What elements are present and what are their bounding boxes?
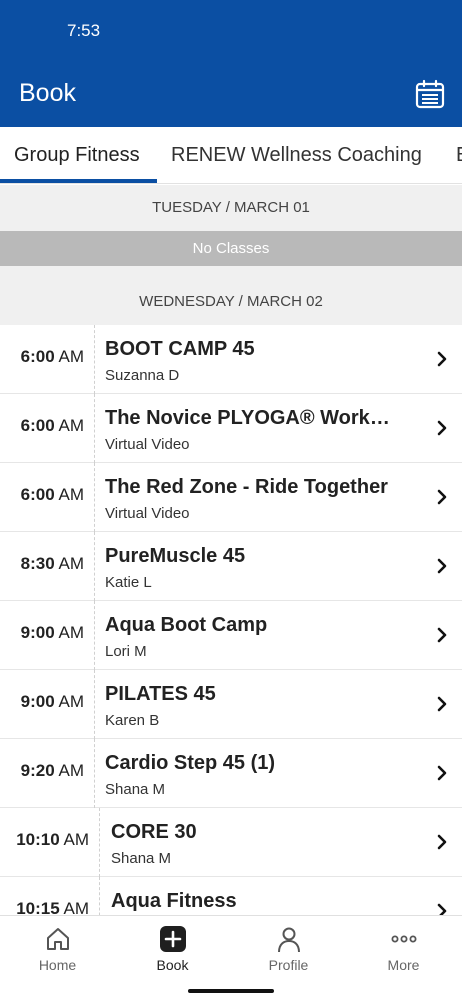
class-time-ampm: AM: [58, 692, 85, 711]
app-header: 7:53 Book: [0, 0, 462, 127]
class-time-cell: 9:20 AM: [0, 739, 95, 808]
status-bar-time: 7:53: [67, 21, 101, 40]
class-time-ampm: AM: [58, 761, 85, 780]
class-time-cell: 10:10 AM: [0, 808, 100, 877]
class-row[interactable]: 8:30 AM PureMuscle 45 Katie L: [0, 532, 462, 601]
class-time-ampm: AM: [58, 347, 85, 366]
nav-more[interactable]: More: [346, 916, 461, 986]
chevron-right-icon: [437, 903, 447, 915]
chevron-right-icon: [437, 834, 447, 850]
day-header-tuesday: TUESDAY / MARCH 01: [0, 185, 462, 231]
class-instructor: Shana M: [105, 781, 166, 798]
class-instructor: Katie L: [105, 574, 152, 591]
class-row[interactable]: 10:15 AM Aqua Fitness: [0, 877, 462, 915]
class-row[interactable]: 6:00 AM The Red Zone - Ride Together Virtu…: [0, 463, 462, 532]
class-time: 9:00 AM: [21, 692, 84, 712]
class-time-cell: 9:00 AM: [0, 601, 95, 670]
tab-partial[interactable]: E: [456, 144, 462, 167]
class-name: The Novice PLYOGA® Workshop: [105, 407, 390, 429]
chevron-right-icon: [437, 558, 447, 574]
nav-home[interactable]: Home: [0, 916, 115, 986]
class-name: PureMuscle 45: [105, 545, 246, 567]
class-time-value: 9:20: [20, 761, 55, 780]
class-name: The Red Zone - Ride Together: [105, 476, 388, 498]
tab-renew-wellness-coaching[interactable]: RENEW Wellness Coaching: [171, 144, 422, 167]
chevron-right-icon: [437, 696, 447, 712]
class-time: 10:15 AM: [16, 899, 89, 915]
class-time: 6:00 AM: [21, 347, 84, 367]
nav-book[interactable]: Book: [115, 916, 230, 986]
nav-home-label: Home: [38, 957, 77, 973]
class-row[interactable]: 9:20 AM Cardio Step 45 (1) Shana M: [0, 739, 462, 808]
class-name: CORE 30: [111, 821, 197, 843]
class-row[interactable]: 10:10 AM CORE 30 Shana M: [0, 808, 462, 877]
day-header-wednesday: WEDNESDAY / MARCH 02: [0, 280, 462, 325]
chevron-right-icon: [437, 351, 447, 367]
class-row[interactable]: 6:00 AM BOOT CAMP 45 Suzanna D: [0, 325, 462, 394]
class-instructor: Lori M: [105, 643, 147, 660]
class-time-cell: 10:15 AM: [0, 877, 100, 915]
class-time-value: 6:00: [20, 347, 55, 366]
class-time-cell: 6:00 AM: [0, 394, 95, 463]
class-time-cell: 6:00 AM: [0, 463, 95, 532]
class-instructor: Virtual Video: [105, 436, 190, 453]
class-name: Cardio Step 45 (1): [105, 752, 276, 774]
class-name: PILATES 45: [105, 683, 216, 705]
home-icon: [47, 928, 69, 950]
category-tabs: Group Fitness RENEW Wellness Coaching E: [0, 127, 462, 184]
class-time-ampm: AM: [63, 830, 90, 849]
class-instructor: Shana M: [111, 850, 172, 867]
class-time-ampm: AM: [58, 554, 85, 573]
class-name: BOOT CAMP 45: [105, 338, 255, 360]
class-name: Aqua Boot Camp: [105, 614, 268, 636]
class-row[interactable]: 9:00 AM Aqua Boot Camp Lori M: [0, 601, 462, 670]
chevron-right-icon: [437, 765, 447, 781]
nav-book-label: Book: [156, 957, 189, 973]
person-icon: [278, 927, 300, 953]
class-list: 6:00 AM BOOT CAMP 45 Suzanna D 6:00 AM The N…: [0, 325, 462, 915]
no-classes-banner: No Classes: [0, 231, 462, 266]
class-time: 6:00 AM: [21, 485, 84, 505]
nav-profile[interactable]: Profile: [231, 916, 346, 986]
class-instructor: Suzanna D: [105, 367, 180, 384]
class-time: 8:30 AM: [21, 554, 84, 574]
bottom-nav: Home Book Profile More: [0, 915, 462, 1000]
class-time: 9:20 AM: [21, 761, 84, 781]
plus-icon: [160, 926, 186, 952]
tab-group-fitness[interactable]: Group Fitness: [14, 144, 140, 167]
more-icon: [391, 935, 417, 943]
class-time-cell: 9:00 AM: [0, 670, 95, 739]
class-time-cell: 6:00 AM: [0, 325, 95, 394]
page-title: Book: [19, 79, 76, 107]
class-time: 9:00 AM: [21, 623, 84, 643]
nav-more-label: More: [387, 957, 420, 973]
class-time-value: 9:00: [20, 692, 55, 711]
class-instructor: Karen B: [105, 712, 160, 729]
chevron-right-icon: [437, 627, 447, 643]
class-name: Aqua Fitness: [111, 890, 237, 912]
class-time-ampm: AM: [58, 485, 85, 504]
class-row[interactable]: 9:00 AM PILATES 45 Karen B: [0, 670, 462, 739]
class-time-value: 9:00: [20, 623, 55, 642]
chevron-right-icon: [437, 489, 447, 505]
class-row[interactable]: 6:00 AM The Novice PLYOGA® Workshop Virtua…: [0, 394, 462, 463]
nav-profile-label: Profile: [268, 957, 309, 973]
class-time-value: 6:00: [20, 416, 55, 435]
class-time-ampm: AM: [63, 899, 90, 915]
class-time-value: 6:00: [20, 485, 55, 504]
class-time-cell: 8:30 AM: [0, 532, 95, 601]
class-time-value: 8:30: [20, 554, 55, 573]
class-time: 6:00 AM: [21, 416, 84, 436]
class-time-ampm: AM: [58, 623, 85, 642]
chevron-right-icon: [437, 420, 447, 436]
home-indicator: [188, 989, 274, 993]
calendar-icon[interactable]: [415, 79, 445, 109]
section-divider: [0, 266, 462, 280]
class-time-ampm: AM: [58, 416, 85, 435]
class-time: 10:10 AM: [16, 830, 89, 850]
class-time-value: 10:10: [16, 830, 60, 849]
class-time-value: 10:15: [16, 899, 60, 915]
active-tab-indicator: [0, 179, 157, 183]
class-instructor: Virtual Video: [105, 505, 190, 522]
